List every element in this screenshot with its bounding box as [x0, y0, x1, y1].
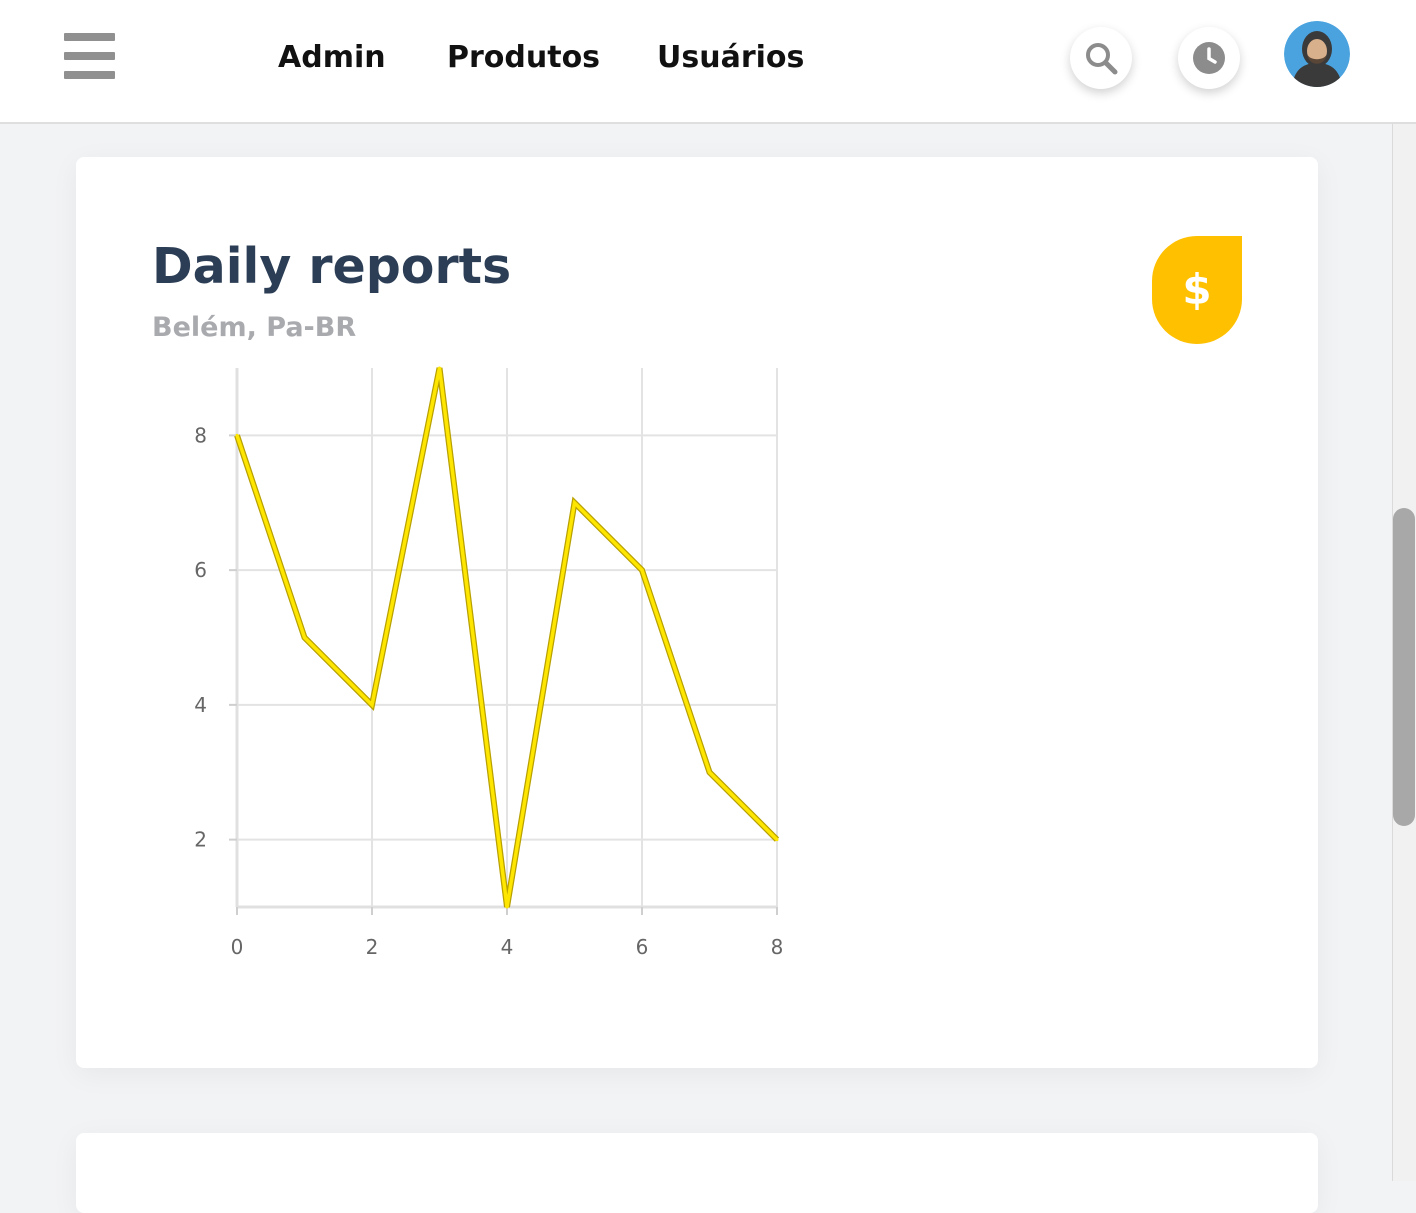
data-point: [573, 501, 576, 505]
line-chart: 0 2 4 6 8 2 4 6 8: [194, 366, 784, 959]
nav-link-usuarios[interactable]: Usuários: [657, 38, 804, 78]
data-point: [505, 905, 509, 909]
y-tick-label: 2: [194, 828, 207, 852]
secondary-card: [76, 1133, 1318, 1213]
scrollbar-thumb[interactable]: [1393, 508, 1415, 826]
data-point: [438, 366, 441, 370]
data-point: [235, 433, 239, 437]
avatar[interactable]: [1284, 21, 1350, 87]
nav-link-produtos[interactable]: Produtos: [447, 38, 600, 78]
search-icon: [1086, 43, 1118, 75]
data-point: [303, 636, 306, 639]
history-button[interactable]: [1178, 27, 1240, 89]
x-tick-label: 0: [231, 935, 244, 959]
x-tick-label: 6: [636, 935, 649, 959]
x-tick-label: 4: [501, 935, 514, 959]
data-point: [370, 703, 374, 707]
clock-icon: [1193, 42, 1225, 74]
nav-link-admin[interactable]: Admin: [278, 38, 386, 78]
hamburger-menu-icon[interactable]: [64, 33, 115, 79]
data-point: [708, 770, 711, 774]
daily-reports-card: Daily reports Belém, Pa-BR $ 02468 2468: [76, 157, 1318, 1068]
y-tick-label: 8: [194, 423, 207, 447]
data-point: [775, 838, 779, 842]
y-tick-label: 6: [194, 558, 207, 582]
y-tick-label: 4: [194, 693, 207, 717]
x-tick-label: 8: [771, 935, 784, 959]
top-navbar: Admin Produtos Usuários: [0, 0, 1416, 124]
data-point: [640, 568, 644, 572]
user-avatar-icon: [1284, 21, 1350, 87]
x-tick-label: 2: [366, 935, 379, 959]
search-button[interactable]: [1070, 27, 1132, 89]
